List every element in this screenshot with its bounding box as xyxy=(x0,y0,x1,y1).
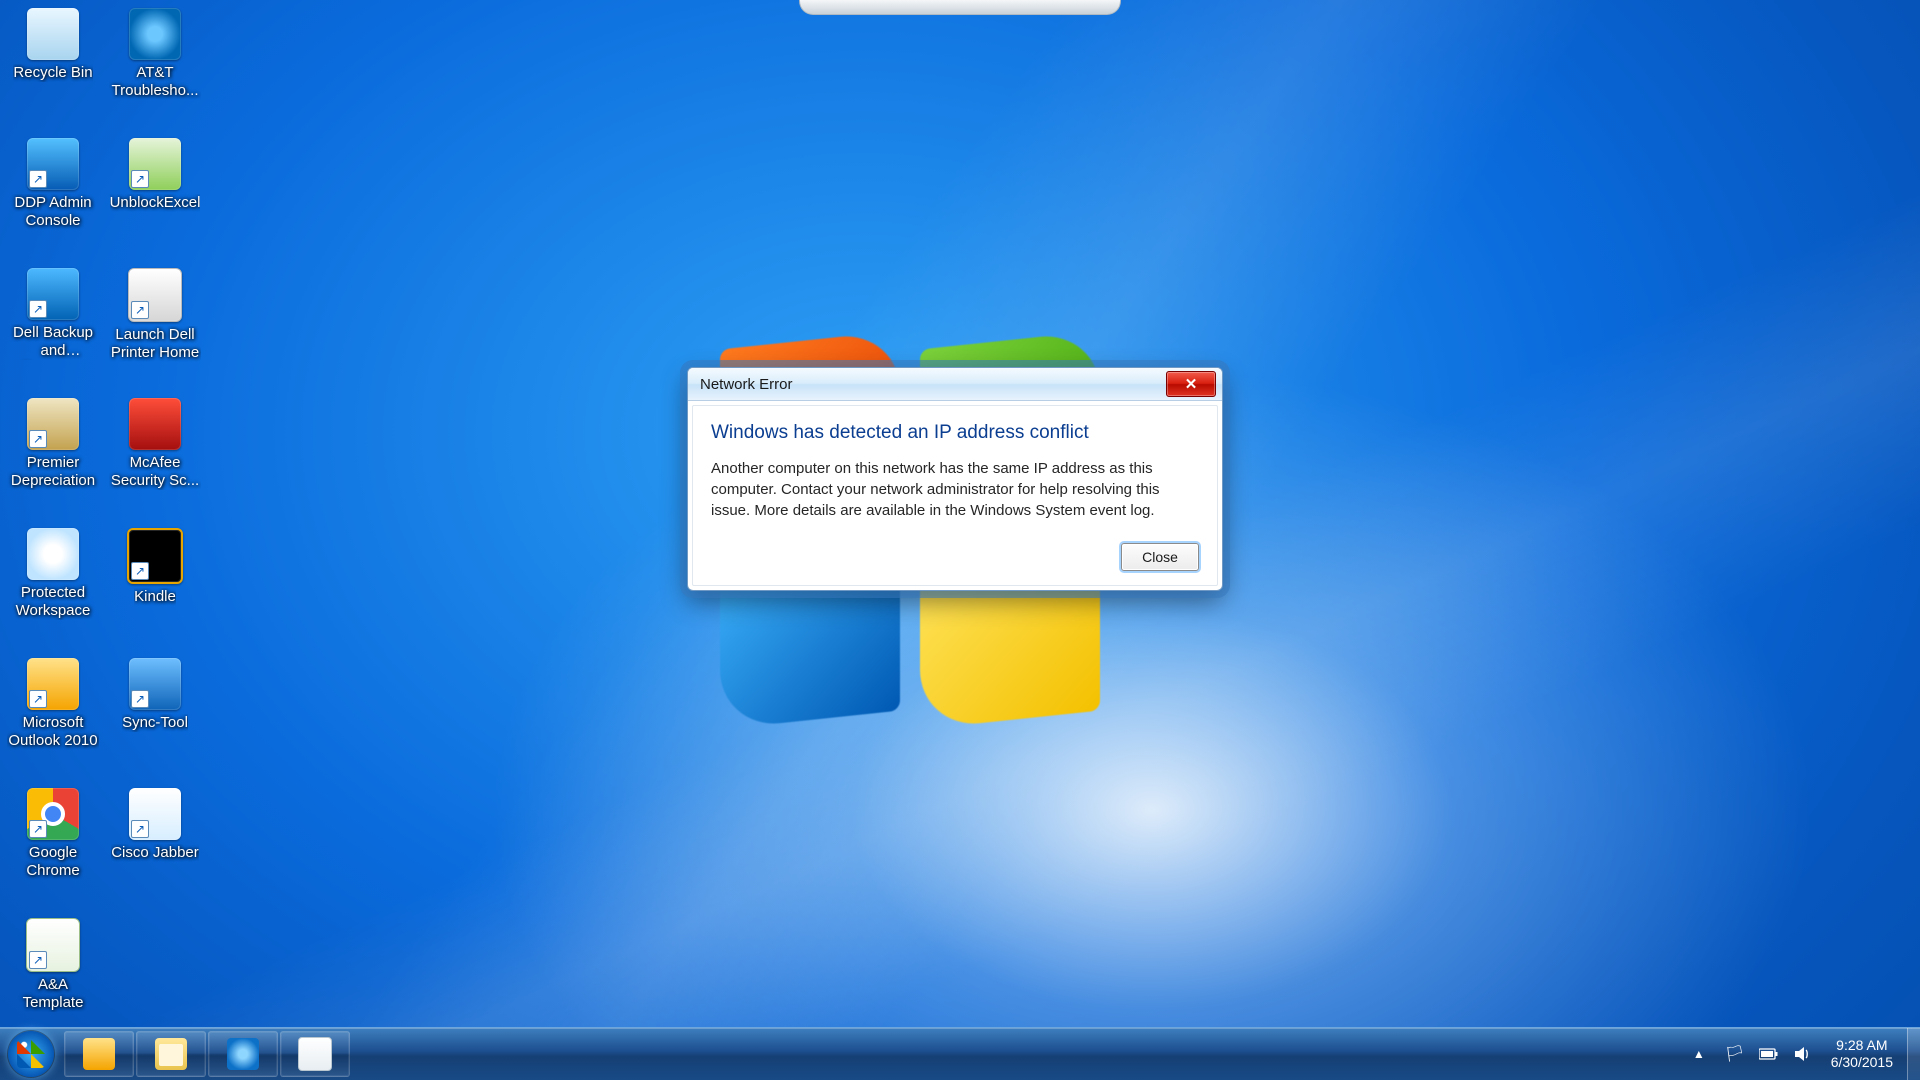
desktop-icon-unblock-excel[interactable]: UnblockExcel xyxy=(108,134,202,262)
close-icon: ✕ xyxy=(1185,375,1198,393)
outlook-icon xyxy=(83,1038,115,1070)
desktop-icon-label: Recycle Bin xyxy=(13,64,92,82)
desktop-icon-label: DDP Admin Console xyxy=(7,194,99,230)
dialog-close-button[interactable]: ✕ xyxy=(1166,371,1216,397)
desktop-icon-premier-depreciation[interactable]: Premier Depreciation xyxy=(6,394,100,522)
taskbar: ▲ 🏳 9:28 AM 6/30/2015 xyxy=(0,1027,1920,1080)
network-error-dialog: Network Error ✕ Windows has detected an … xyxy=(687,367,1223,591)
battery-icon[interactable] xyxy=(1759,1044,1779,1064)
show-desktop-button[interactable] xyxy=(1907,1028,1920,1080)
action-center-flag-icon[interactable]: 🏳 xyxy=(1725,1044,1745,1064)
taskbar-button-internet-explorer[interactable] xyxy=(208,1031,278,1077)
aa-template-icon xyxy=(26,918,80,972)
start-button[interactable] xyxy=(0,1028,62,1080)
desktop-icon-cisco-jabber[interactable]: Cisco Jabber xyxy=(108,784,202,912)
desktop-icon-label: Protected Workspace xyxy=(7,584,99,620)
ddp-admin-console-icon xyxy=(27,138,79,190)
desktop-icon-label: Cisco Jabber xyxy=(111,844,199,862)
tray-date: 6/30/2015 xyxy=(1831,1054,1893,1071)
unblock-excel-icon xyxy=(129,138,181,190)
desktop-icon-sync-tool[interactable]: Sync-Tool xyxy=(108,654,202,782)
cisco-jabber-icon xyxy=(129,788,181,840)
dialog-body-text: Another computer on this network has the… xyxy=(711,458,1199,521)
desktop-icon-label: Microsoft Outlook 2010 xyxy=(7,714,99,750)
premier-depreciation-icon xyxy=(27,398,79,450)
desktop-icon-label: UnblockExcel xyxy=(110,194,201,212)
close-button[interactable]: Close xyxy=(1121,543,1199,571)
dialog-titlebar[interactable]: Network Error ✕ xyxy=(688,368,1222,401)
desktop-icon-ddp-admin-console[interactable]: DDP Admin Console xyxy=(6,134,100,262)
desktop-icon-label: Kindle xyxy=(134,588,176,606)
notepad-icon xyxy=(298,1037,332,1071)
att-troubleshoot-icon xyxy=(129,8,181,60)
desktop-icon-label: Dell Backup and Recovery xyxy=(7,324,99,360)
dialog-title: Network Error xyxy=(700,376,1166,393)
taskbar-button-outlook[interactable] xyxy=(64,1031,134,1077)
desktop-icon-label: A&A Template xyxy=(7,976,99,1012)
launch-dell-printer-icon xyxy=(128,268,182,322)
desktop-icon-aa-template[interactable]: A&A Template xyxy=(6,914,100,1042)
taskbar-button-notepad[interactable] xyxy=(280,1031,350,1077)
desktop-icon-label: Premier Depreciation xyxy=(7,454,99,490)
microsoft-outlook-icon xyxy=(27,658,79,710)
file-explorer-icon xyxy=(155,1038,187,1070)
tray-time: 9:28 AM xyxy=(1831,1037,1893,1054)
google-chrome-icon xyxy=(27,788,79,840)
desktop-icon-label: Launch Dell Printer Home xyxy=(109,326,201,362)
desktop-icon-label: AT&T Troublesho... xyxy=(109,64,201,100)
windows-orb-icon xyxy=(8,1031,54,1077)
kindle-icon xyxy=(127,528,183,584)
tray-clock[interactable]: 9:28 AM 6/30/2015 xyxy=(1827,1035,1897,1073)
desktop-icon-microsoft-outlook[interactable]: Microsoft Outlook 2010 xyxy=(6,654,100,782)
desktop-icon-label: McAfee Security Sc... xyxy=(109,454,201,490)
internet-explorer-icon xyxy=(227,1038,259,1070)
tray-overflow-chevron-icon[interactable]: ▲ xyxy=(1687,1041,1711,1067)
desktop-icon-label: Google Chrome xyxy=(7,844,99,880)
taskbar-button-file-explorer[interactable] xyxy=(136,1031,206,1077)
desktop-icon-launch-dell-printer[interactable]: Launch Dell Printer Home xyxy=(108,264,202,392)
sync-tool-icon xyxy=(129,658,181,710)
desktop-icon-att-troubleshoot[interactable]: AT&T Troublesho... xyxy=(108,4,202,132)
desktop-icon-kindle[interactable]: Kindle xyxy=(108,524,202,652)
protected-workspace-icon xyxy=(27,528,79,580)
desktop-icon-google-chrome[interactable]: Google Chrome xyxy=(6,784,100,912)
desktop-icon-recycle-bin[interactable]: Recycle Bin xyxy=(6,4,100,132)
volume-icon[interactable] xyxy=(1793,1044,1813,1064)
recycle-bin-icon xyxy=(27,8,79,60)
dell-backup-recovery-icon xyxy=(27,268,79,320)
mcafee-security-icon xyxy=(129,398,181,450)
desktop-icon-label: Sync-Tool xyxy=(122,714,188,732)
desktop-icon-mcafee-security[interactable]: McAfee Security Sc... xyxy=(108,394,202,522)
desktop-icon-protected-workspace[interactable]: Protected Workspace xyxy=(6,524,100,652)
dialog-heading: Windows has detected an IP address confl… xyxy=(711,422,1199,444)
system-tray: ▲ 🏳 9:28 AM 6/30/2015 xyxy=(1673,1028,1907,1080)
desktop-icon-dell-backup-recovery[interactable]: Dell Backup and Recovery xyxy=(6,264,100,392)
